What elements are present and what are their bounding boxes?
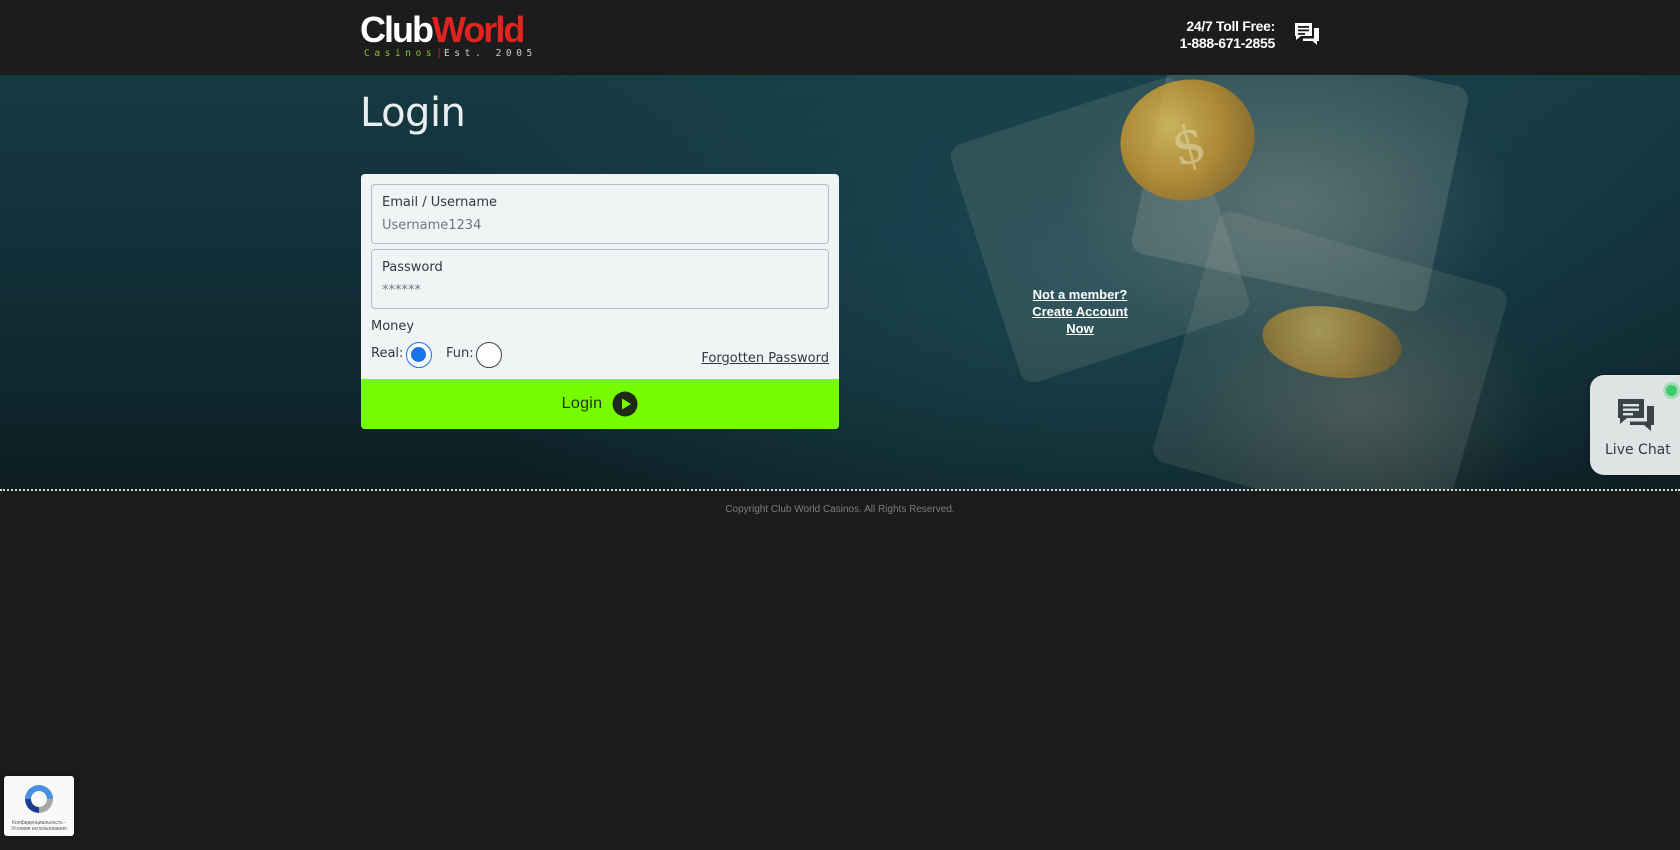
create-account-text: Create Account Now	[1032, 304, 1128, 336]
logo-tagline: Casinos|Est. 2005	[364, 48, 537, 59]
forgotten-password-link[interactable]: Forgotten Password	[701, 351, 829, 366]
real-money-radio[interactable]	[406, 342, 432, 368]
online-status-indicator	[1666, 385, 1677, 396]
real-money-label: Real:	[371, 346, 404, 361]
password-field-label: Password	[382, 260, 443, 275]
login-button[interactable]: Login	[361, 379, 839, 429]
toll-free-number[interactable]: 1-888-671-2855	[1180, 35, 1276, 52]
recaptcha-privacy-terms[interactable]: Конфиденциальность - Условия использован…	[6, 820, 72, 832]
fun-money-label: Fun:	[446, 346, 474, 361]
login-button-label: Login	[561, 395, 603, 412]
play-circle-icon	[612, 391, 638, 417]
toll-free-info: 24/7 Toll Free: 1-888-671-2855	[1180, 18, 1276, 52]
password-field[interactable]: Password ******	[371, 249, 829, 309]
recaptcha-icon	[25, 785, 53, 813]
live-chat-widget[interactable]: Live Chat	[1590, 375, 1680, 475]
page-title: Login	[360, 90, 466, 136]
email-field[interactable]: Email / Username Username1234	[371, 184, 829, 244]
fun-money-radio[interactable]	[476, 342, 502, 368]
not-a-member-text: Not a member?	[1032, 287, 1128, 302]
email-input[interactable]: Username1234	[382, 218, 481, 233]
club-world-logo[interactable]: ClubWorld Casinos|Est. 2005	[360, 12, 545, 62]
email-field-label: Email / Username	[382, 195, 497, 210]
hero-background: $	[0, 75, 1680, 490]
money-label: Money	[371, 319, 415, 334]
recaptcha-badge[interactable]: Конфиденциальность - Условия использован…	[4, 776, 74, 836]
live-chat-label: Live Chat	[1605, 442, 1671, 458]
create-account-link[interactable]: Not a member? Create Account Now	[1019, 286, 1141, 337]
password-input[interactable]: ******	[382, 283, 421, 298]
toll-free-label: 24/7 Toll Free:	[1186, 18, 1275, 34]
copyright-text: Copyright Club World Casinos. All Rights…	[725, 504, 955, 515]
footer-divider	[0, 489, 1680, 491]
chat-bubbles-icon	[1618, 399, 1654, 431]
logo-wordmark: ClubWorld	[360, 9, 525, 50]
site-header: ClubWorld Casinos|Est. 2005 24/7 Toll Fr…	[0, 0, 1680, 75]
login-form: Email / Username Username1234 Password *…	[361, 174, 839, 429]
chat-bubbles-icon[interactable]	[1293, 21, 1321, 47]
